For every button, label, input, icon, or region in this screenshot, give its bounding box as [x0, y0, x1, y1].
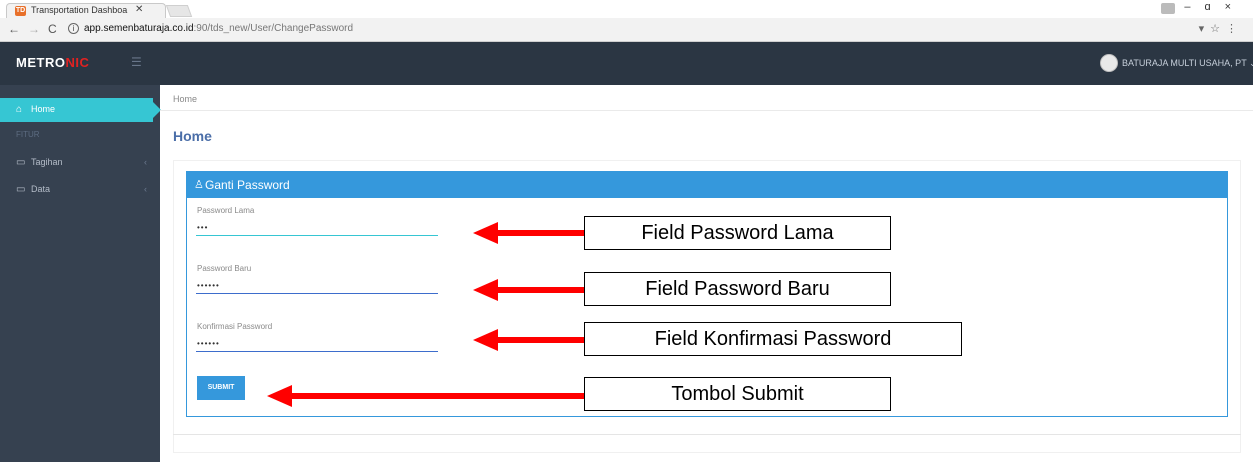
- arrow-head-confirm-password: [473, 329, 498, 351]
- arrow-head-old-password: [473, 222, 498, 244]
- callout-old-password: Field Password Lama: [584, 216, 891, 250]
- arrow-head-submit: [267, 385, 292, 407]
- screenshot-root: TD Transportation Dashboa ✕ –ɑ× ← → C i …: [0, 0, 1253, 462]
- callout-new-password: Field Password Baru: [584, 272, 891, 306]
- arrow-head-new-password: [473, 279, 498, 301]
- callout-confirm-password: Field Konfirmasi Password: [584, 322, 962, 356]
- callout-submit: Tombol Submit: [584, 377, 891, 411]
